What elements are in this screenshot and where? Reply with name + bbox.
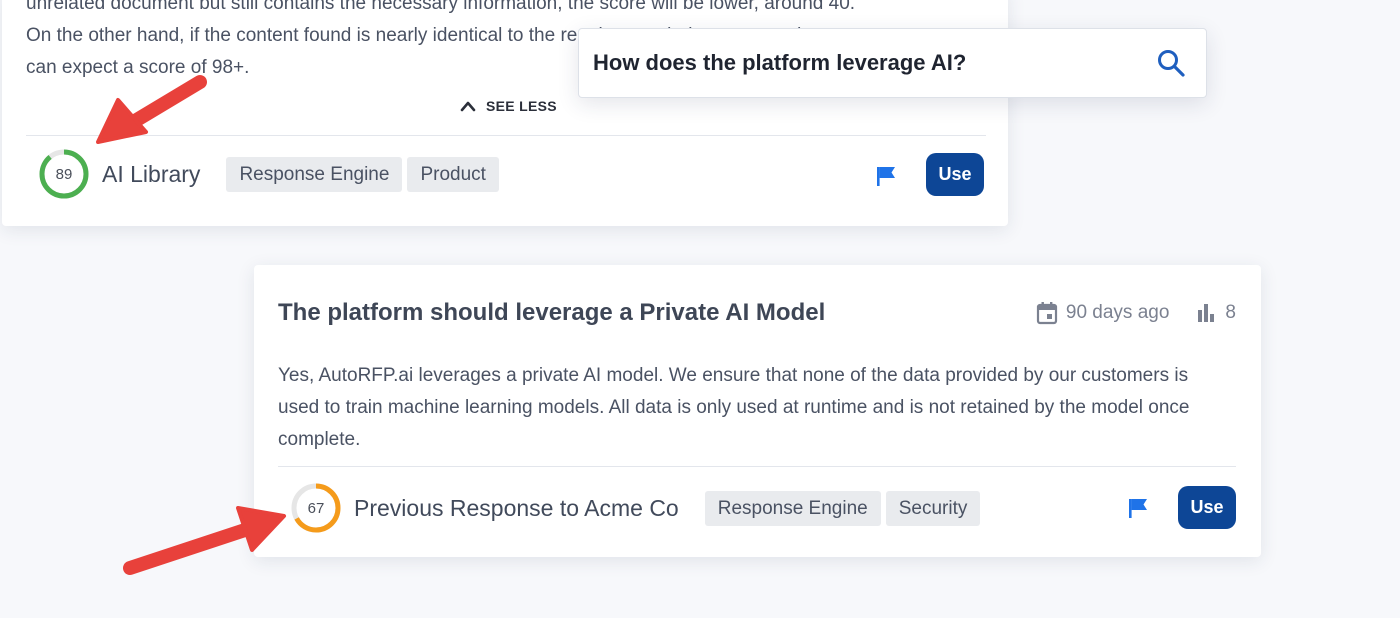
tag-security: Security <box>885 490 981 526</box>
answer-card-previous-response: The platform should leverage a Private A… <box>254 265 1261 557</box>
score-ring: 89 <box>38 148 90 200</box>
tag-response-engine: Response Engine <box>226 156 403 192</box>
see-less-label: SEE LESS <box>486 98 557 114</box>
use-button[interactable]: Use <box>1178 486 1236 529</box>
tag-product: Product <box>407 156 499 192</box>
divider <box>278 466 1236 467</box>
chevron-up-icon <box>460 101 476 112</box>
answer-age: 90 days ago <box>1065 302 1170 323</box>
use-button[interactable]: Use <box>926 153 984 196</box>
answer-text: Yes, AutoRFP.ai leverages a private AI m… <box>278 365 1190 450</box>
source-row: 67 Previous Response to Acme Co Response… <box>290 482 985 534</box>
flag-icon[interactable] <box>1127 497 1149 519</box>
score-value: 89 <box>55 165 73 183</box>
see-less-button[interactable]: SEE LESS <box>460 96 557 116</box>
card1-body-line: unrelated document but still contains th… <box>26 0 856 14</box>
tag-response-engine: Response Engine <box>704 490 881 526</box>
source-row: 89 AI Library Response Engine Product <box>38 148 504 200</box>
source-name: AI Library <box>102 160 201 187</box>
source-name: Previous Response to Acme Co <box>354 494 679 521</box>
score-value: 67 <box>307 499 325 517</box>
score-ring: 67 <box>290 482 342 534</box>
answer-meta: 90 days ago 8 <box>1036 301 1236 325</box>
search-icon[interactable] <box>1156 48 1186 78</box>
search-query[interactable]: How does the platform leverage AI? <box>593 29 966 97</box>
search-box[interactable]: How does the platform leverage AI? <box>578 28 1207 98</box>
divider <box>26 135 986 136</box>
answer-title: The platform should leverage a Private A… <box>278 299 826 326</box>
calendar-icon <box>1036 302 1057 325</box>
usage-count: 8 <box>1225 302 1236 323</box>
bar-chart-icon <box>1198 304 1215 322</box>
flag-icon[interactable] <box>875 165 897 187</box>
